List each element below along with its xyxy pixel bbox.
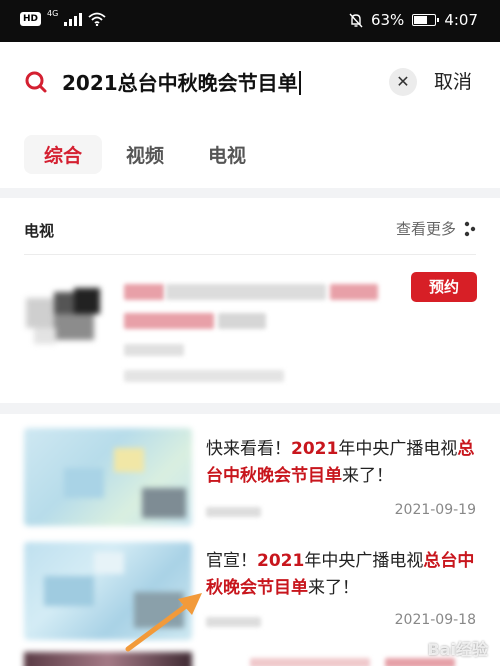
title-text: 官宣！ — [206, 551, 257, 571]
battery-icon — [412, 14, 440, 26]
reserve-button[interactable]: 预约 — [411, 272, 477, 302]
title-text: 年中央广播电视 — [338, 439, 458, 459]
signal-icon — [64, 12, 83, 26]
news-thumbnail — [24, 428, 192, 526]
divider — [24, 254, 476, 255]
news-date: 2021-09-19 — [394, 502, 476, 518]
list-item[interactable]: 快来看看！2021年中央广播电视总台中秋晚会节目单来了！ 2021-09-19 — [0, 414, 500, 530]
title-text: 年中央广播电视 — [304, 551, 424, 571]
more-dots-icon — [464, 221, 476, 236]
program-time-blur — [124, 370, 284, 382]
title-text: 来了！ — [308, 578, 359, 598]
highlighted-keyword: 2021 — [291, 439, 339, 459]
text-cursor — [298, 70, 301, 95]
tab-comprehensive[interactable]: 综合 — [24, 135, 103, 174]
program-channel-blur — [124, 344, 184, 356]
view-more-link[interactable]: 查看更多 — [396, 218, 476, 239]
tv-section: 电视 查看更多 预约 — [0, 198, 500, 403]
muted-bell-icon — [349, 13, 363, 27]
cancel-button[interactable]: 取消 — [434, 67, 472, 94]
title-text: 快来看看！ — [206, 439, 291, 459]
wifi-icon — [88, 12, 106, 26]
battery-percent: 63% — [370, 11, 405, 29]
program-title-blur — [124, 284, 164, 300]
list-item[interactable]: 官宣！2021年中央广播电视总台中秋晚会节目单来了！ 2021-09-18 — [0, 530, 500, 666]
highlighted-keyword: 2021 — [257, 551, 305, 571]
result-tabs: 综合 视频 电视 — [24, 135, 266, 174]
section-title: 电视 — [24, 222, 55, 240]
clear-search-button[interactable]: ✕ — [389, 68, 417, 96]
view-more-label: 查看更多 — [395, 220, 456, 238]
search-icon — [25, 71, 47, 93]
search-header: 2021总台中秋晚会节目单 ✕ 取消 综合 视频 电视 — [0, 42, 500, 188]
news-date: 2021-09-18 — [394, 612, 476, 628]
program-title-blur — [218, 313, 266, 329]
program-title-blur — [166, 284, 326, 300]
news-source-blur — [206, 507, 261, 517]
news-source-blur — [206, 617, 261, 627]
status-bar: HD 4G 63% 4:07 — [0, 0, 500, 42]
tab-tv[interactable]: 电视 — [188, 135, 266, 174]
title-text: 来了！ — [342, 466, 393, 486]
search-query: 2021总台中秋晚会节目单 — [62, 71, 298, 95]
hd-badge: HD — [20, 12, 42, 26]
close-icon: ✕ — [396, 72, 410, 91]
news-list: 快来看看！2021年中央广播电视总台中秋晚会节目单来了！ 2021-09-19 … — [0, 414, 500, 666]
program-title-blur — [124, 313, 214, 329]
news-title-blur — [250, 658, 370, 666]
tab-video[interactable]: 视频 — [106, 135, 184, 174]
status-left: HD 4G — [20, 9, 106, 26]
program-title-blur — [330, 284, 378, 300]
status-right: 63% 4:07 — [349, 11, 478, 29]
network-type: 4G — [47, 9, 59, 18]
search-input[interactable]: 2021总台中秋晚会节目单 — [62, 67, 301, 97]
news-title[interactable]: 官宣！2021年中央广播电视总台中秋晚会节目单来了！ — [206, 548, 481, 602]
program-thumbnail[interactable] — [26, 278, 106, 348]
news-title[interactable]: 快来看看！2021年中央广播电视总台中秋晚会节目单来了！ — [206, 436, 481, 490]
annotation-arrow-icon — [125, 593, 202, 652]
watermark: Bai经验 — [427, 640, 488, 659]
clock: 4:07 — [444, 11, 478, 29]
